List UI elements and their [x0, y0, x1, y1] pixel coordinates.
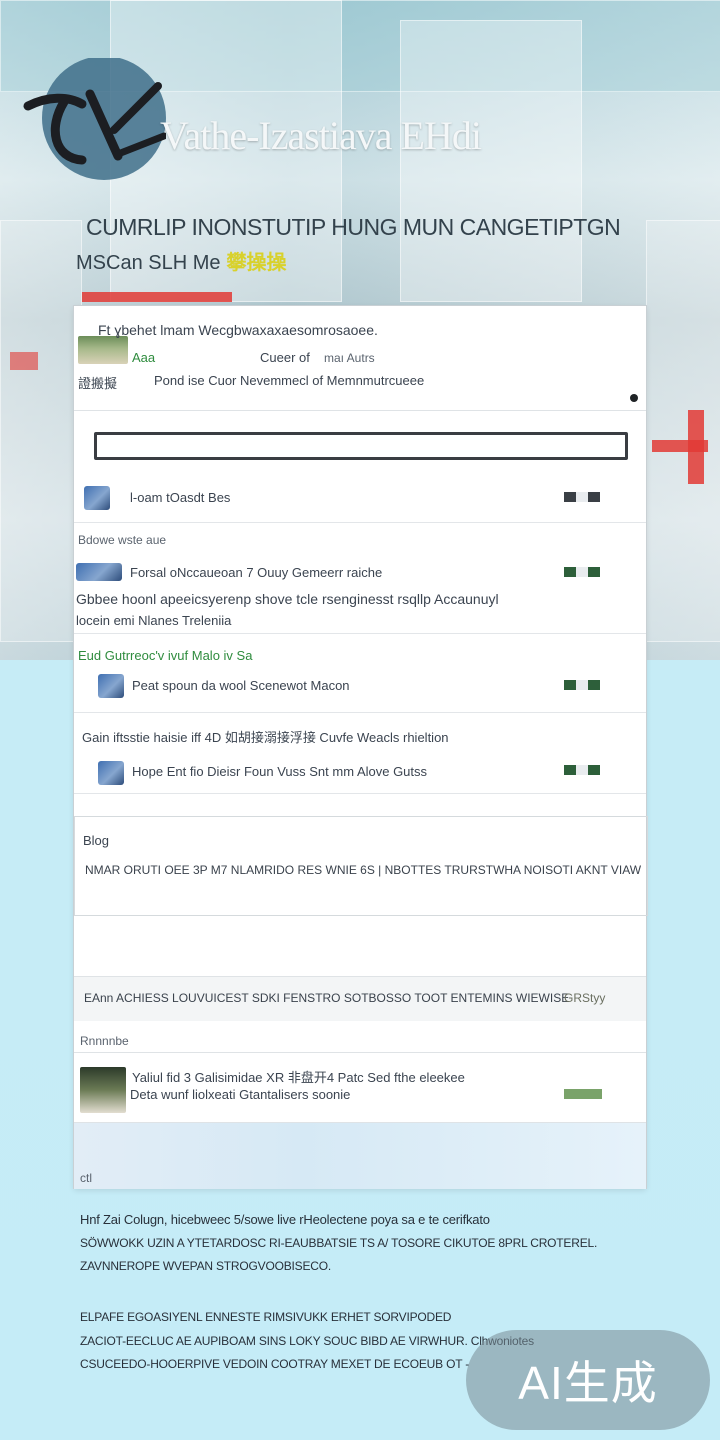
item-thumbnail-icon — [98, 674, 124, 698]
feature-thumbnail — [80, 1067, 126, 1113]
blog-section[interactable]: Blog NMAR ORUTI OEE 3P M7 NLAMRIDO RES W… — [74, 816, 648, 916]
footer-paragraph-1-line-3: ZAVNNEROPE WVEPAN STROGVOOBISECO. — [80, 1259, 331, 1273]
bottom-strip: ctl — [74, 1122, 646, 1189]
hero-subtitle: CUMRLIP INONSTUTIP HUNG MUN CANGETIPTGN — [86, 214, 621, 240]
flag-icon — [564, 680, 602, 690]
header-card[interactable]: Ft ɣbehet lmam Wecgbwaxaxaesomrosaoee. A… — [74, 306, 646, 411]
hero-title: Vathe-Izastiava EHdi — [160, 113, 482, 158]
list-item[interactable]: l-oam tOasdt Bes — [74, 470, 646, 523]
header-line3-label: 證搬擬 — [78, 376, 118, 391]
blog-text: NMAR ORUTI OEE 3P M7 NLAMRIDO RES WNIE 6… — [85, 863, 642, 877]
feature-line2: Deta wunf liolxeati Gtantalisers soonie — [130, 1087, 351, 1102]
info-band-right: GRStyy — [564, 991, 606, 1005]
brand-logo-icon — [23, 58, 166, 180]
list-item[interactable]: Gain iftsstie haisie iff 4D 如胡接溺接浮接 Cuvf… — [74, 713, 646, 794]
header-line2-right: maı Autrs — [324, 351, 375, 365]
header-tag: Aaa — [132, 350, 156, 365]
list-item-category: Gain iftsstie haisie iff 4D 如胡接溺接浮接 Cuvf… — [82, 730, 449, 745]
blog-label: Blog — [83, 833, 110, 848]
bottom-link[interactable]: ctl — [80, 1171, 92, 1185]
info-band: EAnn ACHIESS LOUVUICEST SDKI FENSTRO SOT… — [74, 976, 646, 1021]
item-thumbnail-icon — [98, 761, 124, 785]
flag-icon — [564, 567, 602, 577]
list-item-category: Bdowe wste aue — [78, 533, 167, 547]
list-item-description-2: locein emi Nlanes Treleniia — [76, 613, 232, 628]
scroll-handle[interactable] — [630, 394, 638, 402]
hero-subtitle-secondary: MSCan SLH Me 攀操操 — [76, 246, 287, 275]
header-line2: Cueer of — [260, 350, 310, 365]
feature-item[interactable]: Yaliul fid 3 Galisimidae XR 非盘开4 Patc Se… — [74, 1052, 646, 1123]
content-panel: Ft ɣbehet lmam Wecgbwaxaxaesomrosaoee. A… — [74, 306, 648, 1189]
header-line3: Pond ise Cuor Nevemmecl of Memnmutrcueee — [154, 373, 425, 388]
hero-subtitle-cjk: 攀操操 — [226, 252, 287, 274]
feature-line1: Yaliul fid 3 Galisimidae XR 非盘开4 Patc Se… — [132, 1070, 465, 1085]
list-item-description: Gbbee hoonl apeeicsyerenp shove tcle rse… — [76, 591, 499, 607]
list-item-title: Forsal oNccaueoan 7 Ouuy Gemeerr raiche — [130, 565, 383, 580]
list-item-title: l-oam tOasdt Bes — [130, 490, 231, 505]
ai-generated-watermark: AI生成 — [466, 1330, 710, 1430]
item-thumbnail-icon — [76, 563, 122, 581]
footer-paragraph-1-line-2: SÖWWOKK UZIN A YTETARDOSC RI-EAUBBATSIE … — [80, 1236, 598, 1250]
search-input[interactable] — [94, 432, 628, 460]
list-item-title: Hope Ent fio Dieisr Foun Vuss Snt mm Alo… — [132, 764, 428, 779]
list-item[interactable]: Bdowe wste aue Forsal oNccaueoan 7 Ouuy … — [74, 523, 646, 634]
header-line1: Ft ɣbehet lmam Wecgbwaxaxaesomrosaoee. — [98, 322, 378, 338]
list-item-title: Peat spoun da wool Scenewot Macon — [132, 678, 350, 693]
flag-icon — [564, 1089, 602, 1099]
item-thumbnail-icon — [84, 486, 110, 510]
footer-paragraph-2-line-1: ELPAFE EGOASIYENL ENNESTE RIMSIVUKK ERHE… — [80, 1310, 452, 1324]
footer-paragraph-2-line-3: CSUCEEDO-HOOERPIVE VEDOIN COOTRAY MEXET … — [80, 1357, 470, 1371]
section-label: Rnnnnbe — [80, 1034, 129, 1048]
list-item[interactable]: Eud Gutrreoc'v ivuf Malo iv Sa Peat spou… — [74, 634, 646, 713]
info-band-text: EAnn ACHIESS LOUVUICEST SDKI FENSTRO SOT… — [84, 991, 570, 1005]
hero-subtitle-secondary-text: MSCan SLH Me — [76, 252, 221, 274]
flag-icon — [564, 492, 602, 502]
list-item-category: Eud Gutrreoc'v ivuf Malo iv Sa — [78, 648, 253, 663]
flag-icon — [564, 765, 602, 775]
footer-paragraph-1-line-1: Hnf Zai Colugn, hicebweec 5/sowe live rH… — [80, 1212, 490, 1227]
footer-paragraph-2-line-2: ZACIOT-EECLUC AE AUPIBOAM SINS LOKY SOUC… — [80, 1334, 534, 1348]
header-thumbnail — [78, 336, 128, 364]
